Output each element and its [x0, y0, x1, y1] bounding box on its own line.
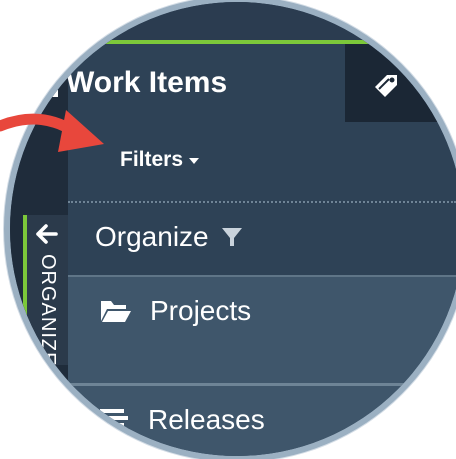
collapsed-organize-label[interactable]: ORGANIZE — [36, 254, 59, 366]
organize-header[interactable]: Organize — [95, 221, 243, 253]
releases-item[interactable]: Releases — [100, 404, 265, 436]
release-icon — [100, 409, 128, 433]
funnel-icon[interactable] — [221, 226, 243, 248]
arrow-left-icon[interactable] — [35, 222, 59, 246]
filters-dropdown-button[interactable]: Filters — [120, 148, 200, 172]
lens-content: ORGANIZE Work Items Filters Organize Pro… — [10, 2, 456, 456]
sidebar-item-projects[interactable]: Projects — [68, 277, 456, 383]
releases-label: Releases — [148, 404, 265, 435]
sidebar-item-releases[interactable]: Releases — [68, 386, 456, 456]
caret-down-icon — [189, 158, 200, 164]
tag-icon[interactable] — [370, 68, 404, 102]
organize-label: Organize — [95, 221, 209, 252]
list-icon — [24, 70, 58, 97]
header-bar — [68, 2, 456, 122]
filters-label: Filters — [120, 148, 184, 171]
projects-label: Projects — [150, 295, 252, 326]
work-items-title[interactable]: Work Items — [24, 66, 227, 100]
folder-open-icon — [101, 301, 131, 322]
magnifier-lens: ORGANIZE Work Items Filters Organize Pro… — [10, 2, 456, 456]
filters-row: Filters — [68, 122, 456, 202]
projects-item[interactable]: Projects — [100, 295, 251, 327]
organize-row: Organize — [68, 203, 456, 275]
red-pointer-arrow — [0, 110, 104, 152]
magnified-view: ORGANIZE Work Items Filters Organize Pro… — [0, 0, 456, 459]
work-items-label: Work Items — [66, 66, 228, 99]
